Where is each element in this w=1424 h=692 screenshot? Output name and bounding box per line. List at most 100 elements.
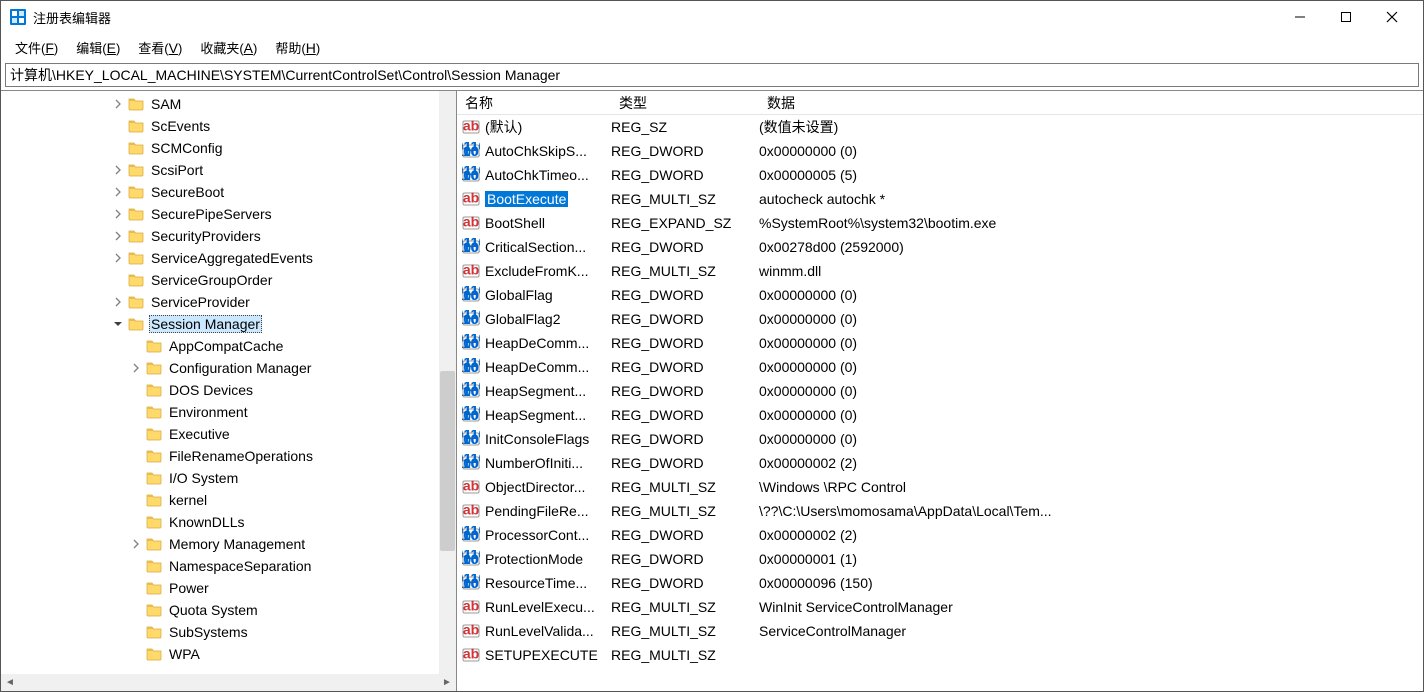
tree-vertical-scrollbar[interactable] — [439, 91, 456, 674]
value-row[interactable]: abRunLevelValida...REG_MULTI_SZServiceCo… — [457, 619, 1423, 643]
tree-item-label: SCMConfig — [149, 140, 225, 156]
svg-text:001: 001 — [463, 383, 480, 399]
menu-file[interactable]: 文件(F) — [7, 36, 66, 59]
value-data: 0x00000000 (0) — [759, 287, 1423, 303]
folder-icon — [145, 337, 163, 355]
column-type[interactable]: 类型 — [611, 93, 759, 113]
tree-item[interactable]: SAM — [1, 93, 456, 115]
scroll-right-icon[interactable]: ► — [440, 676, 454, 690]
scrollbar-track[interactable] — [17, 674, 440, 691]
column-name[interactable]: 名称 — [457, 93, 611, 113]
chevron-right-icon[interactable] — [109, 297, 127, 307]
menu-favorites[interactable]: 收藏夹(A) — [192, 36, 265, 59]
folder-icon — [145, 469, 163, 487]
tree-item[interactable]: ScEvents — [1, 115, 456, 137]
value-row[interactable]: abSETUPEXECUTEREG_MULTI_SZ — [457, 643, 1423, 667]
close-button[interactable] — [1369, 1, 1415, 33]
value-data: 0x00000001 (1) — [759, 551, 1423, 567]
chevron-right-icon[interactable] — [109, 231, 127, 241]
value-row[interactable]: abBootExecuteREG_MULTI_SZautocheck autoc… — [457, 187, 1423, 211]
chevron-right-icon[interactable] — [109, 99, 127, 109]
value-row[interactable]: abExcludeFromK...REG_MULTI_SZwinmm.dll — [457, 259, 1423, 283]
string-value-icon: ab — [461, 621, 481, 641]
tree-item[interactable]: KnownDLLs — [1, 511, 456, 533]
value-data: (数值未设置) — [759, 117, 1423, 137]
value-name: AutoChkSkipS... — [485, 143, 611, 159]
tree-item-label: ScsiPort — [149, 162, 205, 178]
chevron-right-icon[interactable] — [109, 253, 127, 263]
value-row[interactable]: 011110110001InitConsoleFlagsREG_DWORD0x0… — [457, 427, 1423, 451]
tree-item[interactable]: NamespaceSeparation — [1, 555, 456, 577]
value-row[interactable]: 011110110001GlobalFlag2REG_DWORD0x000000… — [457, 307, 1423, 331]
chevron-right-icon[interactable] — [109, 187, 127, 197]
value-row[interactable]: 011110110001AutoChkTimeo...REG_DWORD0x00… — [457, 163, 1423, 187]
value-type: REG_DWORD — [611, 335, 759, 351]
value-data: 0x00000002 (2) — [759, 527, 1423, 543]
svg-text:001: 001 — [463, 143, 480, 159]
tree-item[interactable]: Configuration Manager — [1, 357, 456, 379]
chevron-right-icon[interactable] — [109, 209, 127, 219]
svg-text:001: 001 — [463, 239, 480, 255]
tree-item[interactable]: SecurityProviders — [1, 225, 456, 247]
maximize-button[interactable] — [1323, 1, 1369, 33]
scroll-left-icon[interactable]: ◄ — [3, 676, 17, 690]
value-row[interactable]: 011110110001ResourceTime...REG_DWORD0x00… — [457, 571, 1423, 595]
value-type: REG_DWORD — [611, 527, 759, 543]
tree-item[interactable]: Power — [1, 577, 456, 599]
tree-item[interactable]: Memory Management — [1, 533, 456, 555]
chevron-right-icon[interactable] — [127, 539, 145, 549]
value-row[interactable]: 011110110001AutoChkSkipS...REG_DWORD0x00… — [457, 139, 1423, 163]
tree-item[interactable]: Session Manager — [1, 313, 456, 335]
value-type: REG_MULTI_SZ — [611, 263, 759, 279]
value-row[interactable]: 011110110001HeapSegment...REG_DWORD0x000… — [457, 379, 1423, 403]
value-type: REG_DWORD — [611, 311, 759, 327]
value-row[interactable]: abObjectDirector...REG_MULTI_SZ\Windows … — [457, 475, 1423, 499]
binary-value-icon: 011110110001 — [461, 333, 481, 353]
chevron-right-icon[interactable] — [127, 363, 145, 373]
tree-item[interactable]: SecurePipeServers — [1, 203, 456, 225]
tree-item[interactable]: SecureBoot — [1, 181, 456, 203]
value-row[interactable]: 011110110001HeapDeComm...REG_DWORD0x0000… — [457, 331, 1423, 355]
tree-item[interactable]: kernel — [1, 489, 456, 511]
minimize-button[interactable] — [1277, 1, 1323, 33]
chevron-right-icon[interactable] — [109, 165, 127, 175]
value-row[interactable]: 011110110001NumberOfIniti...REG_DWORD0x0… — [457, 451, 1423, 475]
menu-view[interactable]: 查看(V) — [130, 36, 190, 59]
value-row[interactable]: 011110110001ProtectionModeREG_DWORD0x000… — [457, 547, 1423, 571]
tree-item[interactable]: ServiceGroupOrder — [1, 269, 456, 291]
binary-value-icon: 011110110001 — [461, 309, 481, 329]
tree-item[interactable]: Executive — [1, 423, 456, 445]
scrollbar-thumb[interactable] — [440, 371, 455, 551]
value-row[interactable]: abRunLevelExecu...REG_MULTI_SZWinInit Se… — [457, 595, 1423, 619]
tree-item[interactable]: I/O System — [1, 467, 456, 489]
tree-item[interactable]: Quota System — [1, 599, 456, 621]
tree-item[interactable]: SCMConfig — [1, 137, 456, 159]
chevron-down-icon[interactable] — [109, 319, 127, 329]
tree-item[interactable]: ServiceProvider — [1, 291, 456, 313]
value-row[interactable]: abPendingFileRe...REG_MULTI_SZ\??\C:\Use… — [457, 499, 1423, 523]
tree-horizontal-scrollbar[interactable]: ◄ ► — [1, 674, 456, 691]
binary-value-icon: 011110110001 — [461, 165, 481, 185]
titlebar[interactable]: 注册表编辑器 — [1, 1, 1423, 33]
tree-item[interactable]: ServiceAggregatedEvents — [1, 247, 456, 269]
address-bar[interactable]: 计算机\HKEY_LOCAL_MACHINE\SYSTEM\CurrentCon… — [5, 63, 1419, 87]
value-type: REG_DWORD — [611, 239, 759, 255]
tree-item[interactable]: DOS Devices — [1, 379, 456, 401]
tree-item[interactable]: WPA — [1, 643, 456, 665]
tree-item[interactable]: FileRenameOperations — [1, 445, 456, 467]
tree-item[interactable]: SubSystems — [1, 621, 456, 643]
value-row[interactable]: 011110110001HeapDeComm...REG_DWORD0x0000… — [457, 355, 1423, 379]
tree-item[interactable]: ScsiPort — [1, 159, 456, 181]
column-data[interactable]: 数据 — [759, 93, 1423, 113]
value-row[interactable]: ab(默认)REG_SZ(数值未设置) — [457, 115, 1423, 139]
folder-icon — [145, 381, 163, 399]
tree-item[interactable]: AppCompatCache — [1, 335, 456, 357]
value-row[interactable]: 011110110001GlobalFlagREG_DWORD0x0000000… — [457, 283, 1423, 307]
value-row[interactable]: 011110110001CriticalSection...REG_DWORD0… — [457, 235, 1423, 259]
tree-item[interactable]: Environment — [1, 401, 456, 423]
menu-help[interactable]: 帮助(H) — [267, 36, 328, 59]
value-row[interactable]: 011110110001HeapSegment...REG_DWORD0x000… — [457, 403, 1423, 427]
value-row[interactable]: 011110110001ProcessorCont...REG_DWORD0x0… — [457, 523, 1423, 547]
value-row[interactable]: abBootShellREG_EXPAND_SZ%SystemRoot%\sys… — [457, 211, 1423, 235]
menu-edit[interactable]: 编辑(E) — [68, 36, 128, 59]
